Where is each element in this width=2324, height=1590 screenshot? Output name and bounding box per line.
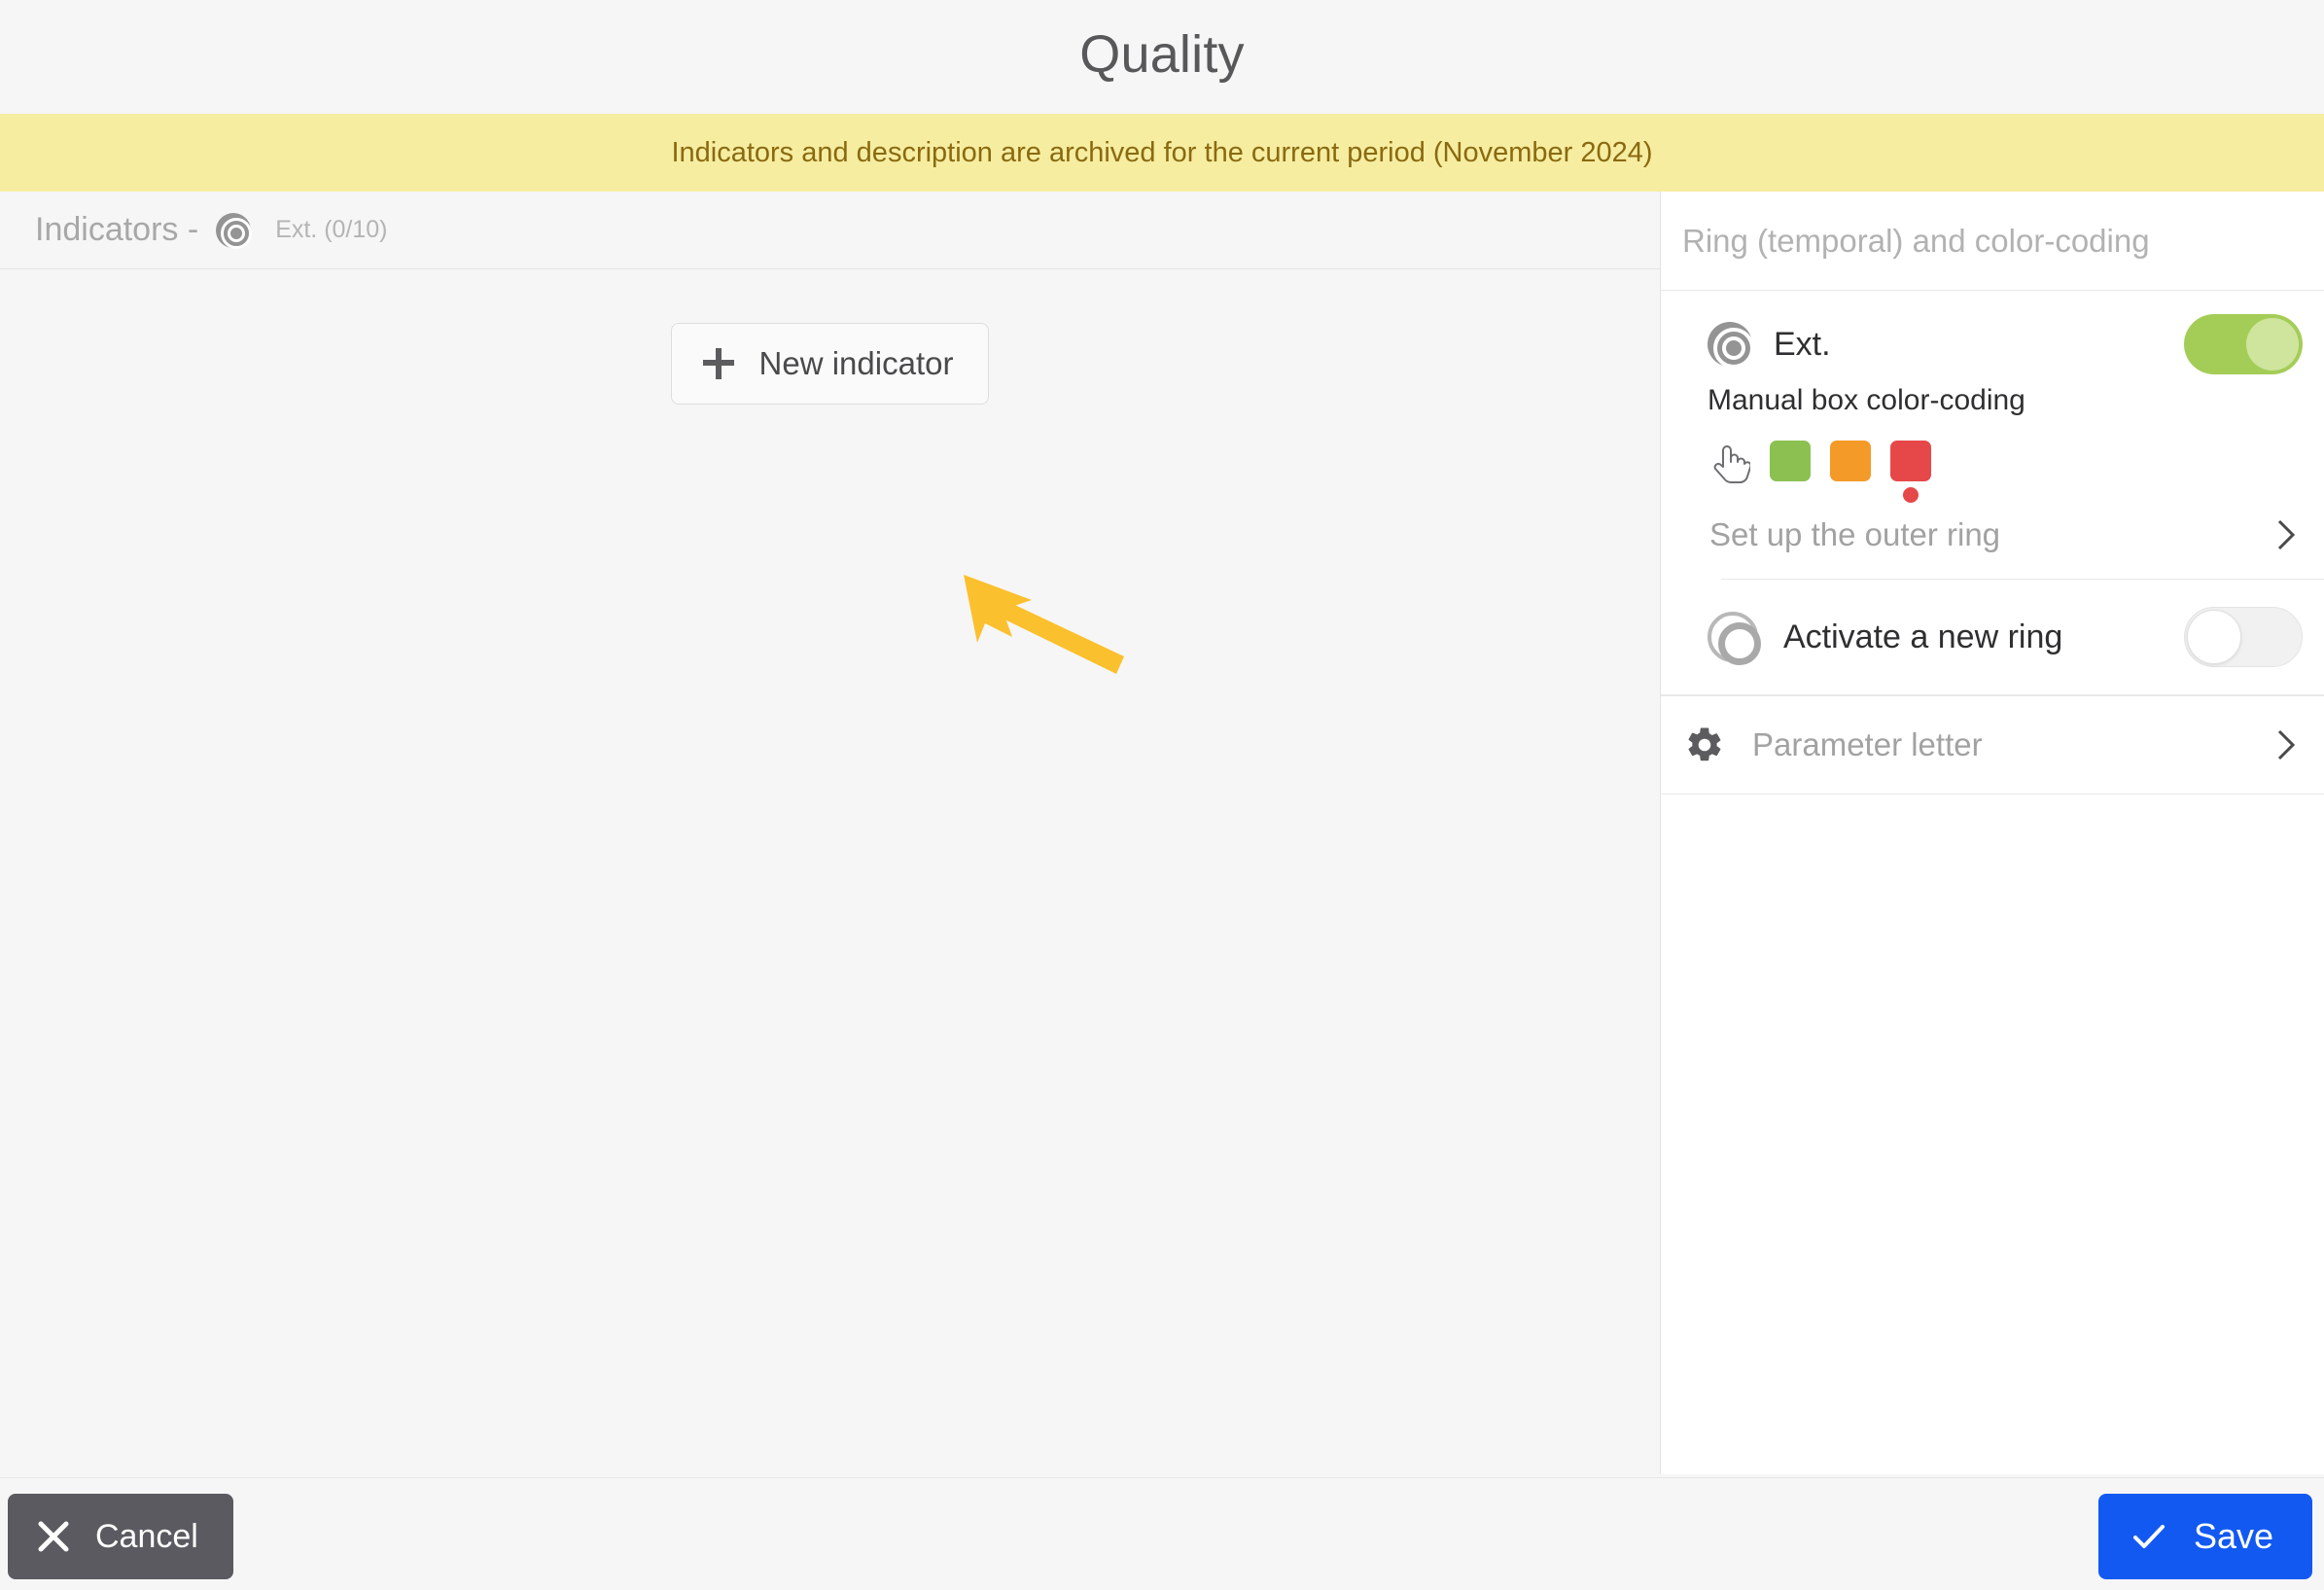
manual-color-coding-label: Manual box color-coding [1708,384,2025,416]
cancel-button[interactable]: Cancel [8,1494,233,1579]
ring-outline-icon [1708,612,1761,665]
toggle-knob [2246,318,2299,371]
ring-config-block: Ext. Manual box color-coding Set up the … [1661,291,2324,695]
save-label: Save [2193,1516,2273,1556]
indicators-header: Indicators - Ext. (0/10) [0,192,1660,269]
ring-ext-label: Ext. [1774,325,1831,363]
archive-notice-banner: Indicators and description are archived … [0,114,2324,192]
window-titlebar: Quality [0,0,2324,109]
chevron-right-icon [2275,728,2297,761]
parameter-letter-row[interactable]: Parameter letter [1661,696,2324,794]
checkmark-icon [2130,1517,2168,1556]
footer-action-bar: Cancel Save [0,1477,2324,1590]
plus-icon [702,348,734,379]
green-swatch[interactable] [1770,441,1811,481]
red-swatch[interactable] [1890,441,1931,481]
content-region: Indicators - Ext. (0/10) New indicator R… [0,192,2324,1474]
parameter-block: Parameter letter [1661,695,2324,795]
activate-new-ring-row: Activate a new ring [1661,580,2324,694]
gear-icon [1684,724,1725,765]
arrow-annotation-icon [948,551,1133,678]
activate-new-ring-label: Activate a new ring [1783,618,2063,655]
new-indicator-area: New indicator [0,269,1660,405]
setup-outer-ring-row[interactable]: Set up the outer ring [1661,499,2324,579]
indicators-header-label: Indicators - [35,211,199,248]
indicators-pane: Indicators - Ext. (0/10) New indicator [0,192,1660,1474]
page-title: Quality [1079,25,1245,84]
sidebar-title: Ring (temporal) and color-coding [1682,222,2150,259]
hand-pointer-icon[interactable] [1709,442,1752,484]
new-indicator-button[interactable]: New indicator [670,323,990,405]
ring-settings-sidebar: Ring (temporal) and color-coding Ext. Ma… [1660,192,2324,1474]
save-button[interactable]: Save [2097,1494,2312,1579]
indicators-count: Ext. (0/10) [275,216,388,243]
target-ring-icon [1708,322,1754,369]
setup-outer-ring-label: Set up the outer ring [1709,516,2001,552]
toggle-knob [2187,610,2241,664]
quality-indicators-dialog: Quality Indicators and description are a… [0,0,2324,1590]
activate-new-ring-toggle[interactable] [2184,607,2303,667]
new-indicator-label: New indicator [758,345,954,381]
ring-ext-row: Ext. [1661,310,2324,378]
chevron-right-icon [2275,518,2297,551]
archive-notice-text: Indicators and description are archived … [671,136,1653,168]
close-x-icon [37,1520,70,1553]
target-ring-icon [216,212,253,249]
orange-swatch[interactable] [1830,441,1871,481]
cancel-label: Cancel [95,1517,198,1555]
ring-ext-toggle[interactable] [2184,314,2303,374]
sidebar-header: Ring (temporal) and color-coding [1661,192,2324,291]
color-swatch-row [1661,417,2324,499]
parameter-letter-label: Parameter letter [1752,726,1983,762]
